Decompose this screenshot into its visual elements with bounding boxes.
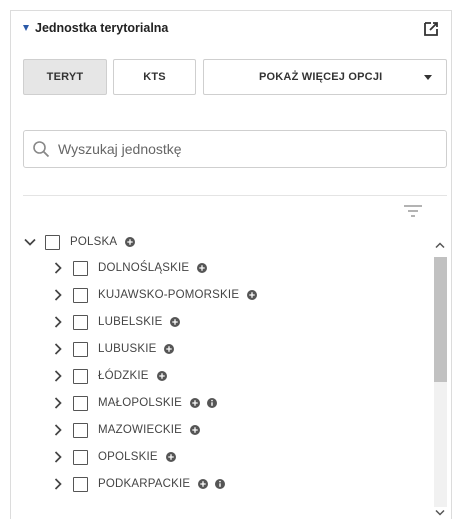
tree-node[interactable]: KUJAWSKO-POMORSKIE: [51, 282, 258, 308]
add-circle-icon[interactable]: [198, 479, 209, 489]
tree-node-label: OPOLSKIE: [98, 451, 158, 463]
tree-node-label: LUBELSKIE: [98, 316, 163, 328]
chevron-right-icon[interactable]: [51, 315, 65, 329]
tree-node-label: ŁÓDZKIE: [98, 370, 149, 382]
checkbox[interactable]: [73, 422, 88, 438]
territorial-unit-panel: Jednostka terytorialna TERYT KTS POKAŻ W…: [10, 10, 452, 519]
add-circle-icon[interactable]: [125, 237, 136, 247]
tree-node[interactable]: LUBUSKIE: [51, 336, 175, 362]
filter-icon[interactable]: [403, 204, 423, 218]
chevron-right-icon[interactable]: [51, 261, 65, 275]
add-circle-icon[interactable]: [247, 290, 258, 300]
add-circle-icon[interactable]: [197, 263, 208, 273]
checkbox[interactable]: [73, 449, 88, 465]
tree-node-label: MAŁOPOLSKIE: [98, 397, 183, 409]
info-icon[interactable]: [215, 479, 226, 489]
checkbox[interactable]: [73, 395, 88, 411]
checkbox[interactable]: [73, 287, 88, 303]
scroll-down-icon[interactable]: [435, 509, 445, 517]
checkbox[interactable]: [73, 476, 88, 492]
tree-node-label: KUJAWSKO-POMORSKIE: [98, 289, 240, 301]
chevron-right-icon[interactable]: [51, 396, 65, 410]
add-circle-icon[interactable]: [190, 398, 201, 408]
divider: [23, 195, 447, 196]
add-circle-icon[interactable]: [156, 371, 167, 381]
chevron-right-icon[interactable]: [51, 450, 65, 464]
add-circle-icon[interactable]: [189, 425, 200, 435]
teryt-button[interactable]: TERYT: [23, 59, 107, 95]
chevron-down-icon[interactable]: [23, 235, 37, 249]
chevron-right-icon[interactable]: [51, 288, 65, 302]
tree-scrollbar[interactable]: [432, 237, 448, 519]
tree-node[interactable]: OPOLSKIE: [51, 444, 176, 470]
add-circle-icon[interactable]: [165, 452, 176, 462]
tree-node[interactable]: MAZOWIECKIE: [51, 417, 200, 443]
chevron-right-icon[interactable]: [51, 342, 65, 356]
caret-down-icon[interactable]: [23, 25, 29, 31]
tree-node-label: DOLNOŚLĄSKIE: [98, 262, 190, 274]
tree-node[interactable]: PODKARPACKIE: [51, 471, 226, 497]
search-box[interactable]: [23, 130, 447, 168]
checkbox[interactable]: [73, 368, 88, 384]
more-options-label: POKAŻ WIĘCEJ OPCJI: [259, 71, 383, 83]
tree-node-label: PODKARPACKIE: [98, 478, 191, 490]
kts-button[interactable]: KTS: [113, 59, 196, 95]
tree-node[interactable]: MAŁOPOLSKIE: [51, 390, 218, 416]
checkbox[interactable]: [45, 234, 60, 250]
checkbox[interactable]: [73, 260, 88, 276]
tree-node[interactable]: LUBELSKIE: [51, 309, 181, 335]
add-circle-icon[interactable]: [170, 317, 181, 327]
dropdown-arrow-icon: [424, 75, 432, 80]
panel-title: Jednostka terytorialna: [35, 21, 169, 35]
panel-header[interactable]: Jednostka terytorialna: [11, 11, 451, 49]
info-icon[interactable]: [207, 398, 218, 408]
checkbox[interactable]: [73, 341, 88, 357]
tree-node-label: POLSKA: [70, 236, 118, 248]
tree-node-label: LUBUSKIE: [98, 343, 157, 355]
chevron-right-icon[interactable]: [51, 423, 65, 437]
add-circle-icon[interactable]: [164, 344, 175, 354]
scrollbar-thumb[interactable]: [434, 257, 447, 382]
more-options-dropdown[interactable]: POKAŻ WIĘCEJ OPCJI: [203, 59, 447, 95]
search-input[interactable]: [58, 138, 438, 160]
chevron-right-icon[interactable]: [51, 369, 65, 383]
scroll-up-icon[interactable]: [435, 241, 445, 249]
search-icon: [33, 141, 50, 158]
tree-node[interactable]: DOLNOŚLĄSKIE: [51, 255, 208, 281]
checkbox[interactable]: [73, 314, 88, 330]
chevron-right-icon[interactable]: [51, 477, 65, 491]
tree-node-label: MAZOWIECKIE: [98, 424, 182, 436]
tree-node-root[interactable]: POLSKA: [23, 229, 136, 255]
open-external-icon[interactable]: [423, 21, 439, 37]
tree-node[interactable]: ŁÓDZKIE: [51, 363, 167, 389]
